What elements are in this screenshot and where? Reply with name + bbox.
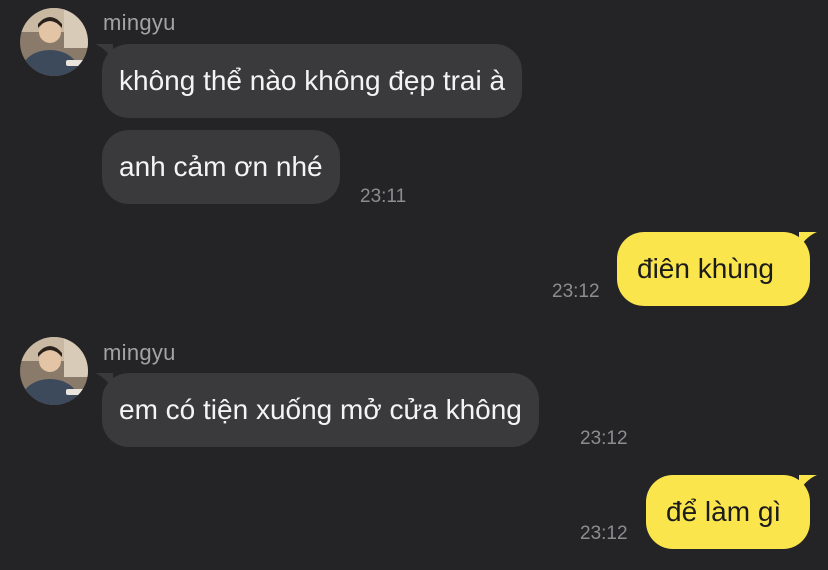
bubble-tail [95, 373, 113, 389]
message-timestamp: 23:12 [580, 523, 628, 544]
avatar-photo-icon [20, 8, 88, 76]
bubble-tail [95, 44, 113, 60]
outgoing-message-bubble[interactable]: để làm gì [646, 475, 817, 549]
bubble-tail [799, 232, 817, 248]
message-timestamp: 23:12 [552, 281, 600, 302]
sender-name: mingyu [103, 340, 176, 365]
incoming-message-bubble[interactable]: không thể nào không đẹp trai à [95, 44, 523, 118]
message-timestamp: 23:12 [580, 428, 628, 449]
message-text: để làm gì [666, 496, 782, 527]
message-text: không thể nào không đẹp trai à [119, 65, 506, 96]
sender-avatar[interactable] [20, 337, 88, 405]
sender-name: mingyu [103, 10, 176, 35]
bubble-tail [799, 475, 817, 491]
outgoing-message-bubble[interactable]: điên khùng [617, 232, 817, 306]
incoming-message-bubble[interactable]: anh cảm ơn nhé [102, 130, 340, 204]
message-text: em có tiện xuống mở cửa không [119, 394, 522, 425]
avatar-photo-icon [20, 337, 88, 405]
message-text: điên khùng [637, 253, 775, 284]
sender-avatar[interactable] [20, 8, 88, 76]
message-timestamp: 23:11 [360, 186, 407, 207]
incoming-message-bubble[interactable]: em có tiện xuống mở cửa không [95, 373, 539, 447]
message-text: anh cảm ơn nhé [119, 151, 323, 182]
